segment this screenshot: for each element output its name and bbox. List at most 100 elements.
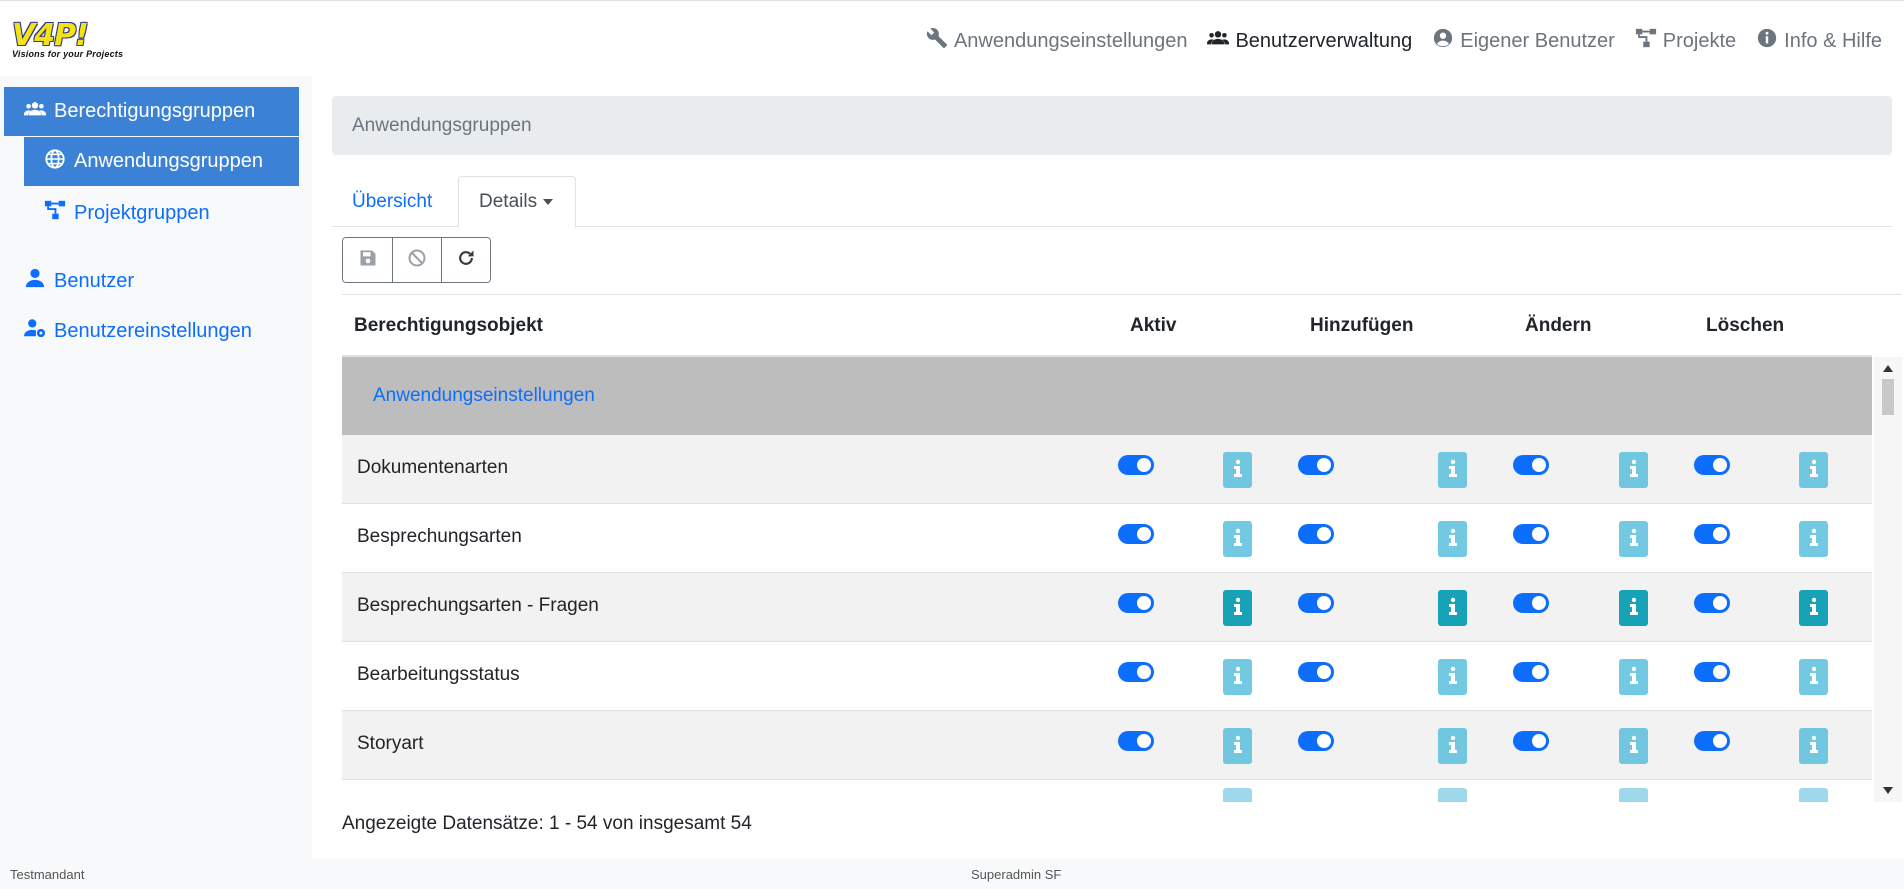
- toggle-active[interactable]: [1118, 662, 1154, 682]
- scroll-thumb[interactable]: [1882, 379, 1894, 415]
- tenant-label: Testmandant: [10, 867, 85, 882]
- info-button[interactable]: [1799, 452, 1828, 488]
- sidebar-item-benutzer[interactable]: Benutzer: [24, 268, 134, 294]
- app-logo[interactable]: V4P! Visions for your Projects: [12, 21, 154, 63]
- toggle-active[interactable]: [1118, 593, 1154, 613]
- save-button[interactable]: [343, 238, 392, 282]
- toggle-delete[interactable]: [1694, 662, 1730, 682]
- cancel-button[interactable]: [392, 238, 441, 282]
- toggle-change[interactable]: [1513, 593, 1549, 613]
- row-label: Dokumentenarten: [357, 457, 509, 478]
- info-button-partial: [1223, 788, 1252, 802]
- info-button[interactable]: [1619, 728, 1648, 764]
- toggle-add[interactable]: [1298, 593, 1334, 613]
- info-button[interactable]: [1799, 521, 1828, 557]
- info-icon: [1446, 528, 1460, 551]
- status-bar: Testmandant Superadmin SF: [0, 859, 1904, 889]
- wrench-icon: [926, 27, 948, 55]
- info-button[interactable]: [1438, 521, 1467, 557]
- tab-uebersicht[interactable]: Übersicht: [332, 176, 452, 228]
- info-button[interactable]: [1223, 521, 1252, 557]
- info-icon: [1446, 459, 1460, 482]
- table-body: Anwendungseinstellungen Dokumentenarten B…: [342, 357, 1872, 802]
- info-icon: [1231, 735, 1245, 758]
- info-icon: [1807, 459, 1821, 482]
- info-button[interactable]: [1619, 521, 1648, 557]
- header-aktiv: Aktiv: [1130, 315, 1177, 336]
- sidebar-item-label: Benutzereinstellungen: [54, 319, 252, 342]
- sidebar-item-label: Benutzer: [54, 269, 135, 292]
- toggle-add[interactable]: [1298, 455, 1334, 475]
- toggle-change[interactable]: [1513, 524, 1549, 544]
- sidebar-item-anwendungsgruppen[interactable]: Anwendungsgruppen: [24, 137, 299, 186]
- info-icon: [1446, 597, 1460, 620]
- toggle-change[interactable]: [1513, 455, 1549, 475]
- header-loeschen: Löschen: [1706, 315, 1785, 336]
- project-tree-icon: [1635, 27, 1657, 55]
- info-button[interactable]: [1438, 452, 1467, 488]
- info-button[interactable]: [1438, 590, 1467, 626]
- nav-benutzerverwaltung[interactable]: Benutzerverwaltung: [1207, 27, 1412, 55]
- info-icon: [1231, 459, 1245, 482]
- toggle-delete[interactable]: [1694, 593, 1730, 613]
- info-button[interactable]: [1799, 728, 1828, 764]
- group-row[interactable]: Anwendungseinstellungen: [342, 357, 1872, 435]
- info-button[interactable]: [1223, 452, 1252, 488]
- table-row: Besprechungsarten - Fragen: [342, 573, 1872, 642]
- toggle-change[interactable]: [1513, 662, 1549, 682]
- nav-label: Info & Hilfe: [1784, 29, 1882, 52]
- toggle-change[interactable]: [1513, 731, 1549, 751]
- sidebar-item-projektgruppen[interactable]: Projektgruppen: [44, 200, 210, 226]
- info-button[interactable]: [1223, 590, 1252, 626]
- scroll-down-icon[interactable]: [1883, 787, 1893, 794]
- logo-tagline: Visions for your Projects: [12, 49, 124, 59]
- nav-projekte[interactable]: Projekte: [1635, 27, 1736, 55]
- info-button[interactable]: [1223, 728, 1252, 764]
- table-scrollbar[interactable]: [1874, 357, 1902, 802]
- nav-info-hilfe[interactable]: Info & Hilfe: [1756, 27, 1882, 55]
- toggle-active[interactable]: [1118, 524, 1154, 544]
- scroll-up-icon[interactable]: [1883, 365, 1893, 372]
- table-row: Bearbeitungsstatus: [342, 642, 1872, 711]
- nav-eigener-benutzer[interactable]: Eigener Benutzer: [1432, 27, 1615, 55]
- toggle-add[interactable]: [1298, 524, 1334, 544]
- info-button-partial: [1438, 788, 1467, 802]
- users-icon: [24, 98, 46, 126]
- info-icon: [1807, 735, 1821, 758]
- reload-button[interactable]: [441, 238, 490, 282]
- toggle-active[interactable]: [1118, 731, 1154, 751]
- toggle-add[interactable]: [1298, 731, 1334, 751]
- info-icon: [1627, 666, 1641, 689]
- info-button[interactable]: [1223, 659, 1252, 695]
- toggle-active[interactable]: [1118, 455, 1154, 475]
- info-button[interactable]: [1619, 590, 1648, 626]
- tab-details[interactable]: Details: [458, 176, 576, 228]
- sidebar-item-label: Projektgruppen: [74, 201, 210, 224]
- info-icon: [1627, 735, 1641, 758]
- info-button[interactable]: [1619, 452, 1648, 488]
- nav-label: Anwendungseinstellungen: [953, 29, 1188, 52]
- toggle-delete[interactable]: [1694, 524, 1730, 544]
- sidebar-item-berechtigungsgruppen[interactable]: Berechtigungsgruppen: [4, 87, 299, 136]
- info-button[interactable]: [1438, 659, 1467, 695]
- tab-bar: Übersicht Details: [332, 176, 1892, 228]
- nav-anwendungseinstellungen[interactable]: Anwendungseinstellungen: [926, 27, 1188, 55]
- reload-icon: [456, 248, 476, 273]
- info-button[interactable]: [1799, 659, 1828, 695]
- nav-label: Benutzerverwaltung: [1235, 29, 1413, 52]
- sidebar-item-benutzereinstellungen[interactable]: Benutzereinstellungen: [24, 318, 252, 344]
- top-navigation: Anwendungseinstellungen Benutzerverwaltu…: [926, 27, 1882, 55]
- sidebar-item-label: Berechtigungsgruppen: [54, 100, 256, 122]
- info-button[interactable]: [1619, 659, 1648, 695]
- info-button[interactable]: [1799, 590, 1828, 626]
- sidebar: Berechtigungsgruppen Anwendungsgruppen P…: [0, 76, 312, 859]
- permissions-table: Berechtigungsobjekt Aktiv Hinzufügen Änd…: [342, 294, 1902, 802]
- table-row: Storyart: [342, 711, 1872, 780]
- row-label: Storyart: [357, 733, 424, 754]
- toggle-add[interactable]: [1298, 662, 1334, 682]
- toggle-delete[interactable]: [1694, 731, 1730, 751]
- toggle-delete[interactable]: [1694, 455, 1730, 475]
- user-label: Superadmin SF: [971, 867, 1062, 882]
- user-cog-icon: [24, 317, 46, 345]
- info-button[interactable]: [1438, 728, 1467, 764]
